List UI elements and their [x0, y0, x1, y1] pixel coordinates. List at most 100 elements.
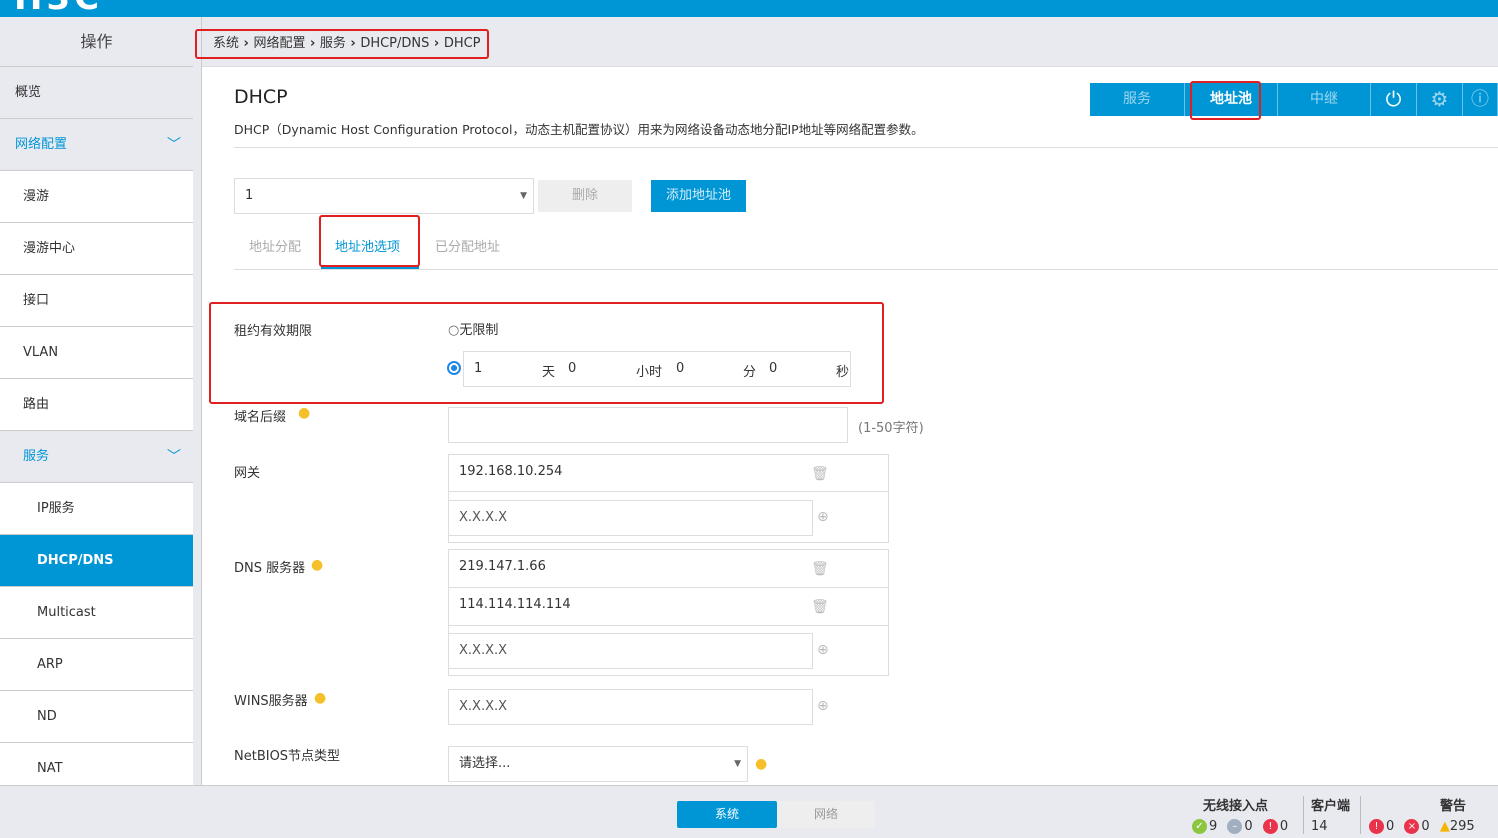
sidebar-item-ip-services[interactable]: IP服务: [0, 483, 193, 535]
caret-down-icon: ▼: [520, 191, 527, 201]
sidebar-item-roaming-center[interactable]: 漫游中心: [0, 223, 193, 275]
alarm-critical: 0: [1386, 819, 1395, 834]
add-circle-icon[interactable]: ⊕: [817, 642, 829, 658]
gateway-label: 网关: [234, 466, 261, 481]
page-title: DHCP: [234, 86, 288, 108]
pool-select-value: 1: [245, 188, 254, 203]
check-icon: ✓: [1192, 819, 1207, 834]
label: 漫游: [23, 189, 50, 204]
label: 接口: [23, 293, 50, 308]
power-icon[interactable]: ⏻: [1371, 83, 1417, 116]
add-circle-icon[interactable]: ⊕: [817, 698, 829, 714]
divider: [1360, 796, 1361, 834]
sidebar-item-vlan[interactable]: VLAN: [0, 327, 193, 379]
hint-bulb-icon[interactable]: ●: [755, 756, 767, 772]
ap-stats[interactable]: ✓ 9 –0 ! 0: [1192, 819, 1288, 834]
crumb-dhcp-dns[interactable]: DHCP/DNS: [360, 36, 429, 51]
sidebar-splitter[interactable]: [193, 17, 202, 785]
sidebar-item-routing[interactable]: 路由: [0, 379, 193, 431]
pool-select[interactable]: 1 ▼: [234, 178, 534, 214]
status-bar: 系统 网络 无线接入点 ✓ 9 –0 ! 0 客户端 14 警告 ! 0 × 0 ▲29…: [0, 785, 1498, 838]
tab-allocated-addresses[interactable]: 已分配地址: [435, 236, 500, 255]
sidebar-item-nd[interactable]: ND: [0, 691, 193, 743]
placeholder: X.X.X.X: [459, 643, 508, 658]
netbios-value: 请选择...: [459, 756, 511, 771]
placeholder: X.X.X.X: [459, 699, 508, 714]
trash-icon[interactable]: 🗑: [811, 466, 829, 482]
tab-address-allocation[interactable]: 地址分配: [249, 236, 301, 255]
placeholder: X.X.X.X: [459, 510, 508, 525]
ap-label: 无线接入点: [1203, 799, 1269, 814]
label: Multicast: [37, 605, 96, 620]
label: 网络配置: [15, 137, 68, 152]
tab-relay[interactable]: 中继: [1278, 83, 1371, 116]
label: ARP: [37, 657, 63, 672]
highlight-box: [1190, 81, 1261, 120]
tab-network[interactable]: 网络: [777, 801, 875, 828]
sidebar-header: 操作: [0, 17, 193, 67]
netbios-select[interactable]: 请选择... ▼: [448, 746, 748, 782]
label: 服务: [23, 449, 50, 464]
domain-hint: (1-50字符): [858, 421, 924, 436]
label: 漫游中心: [23, 241, 76, 256]
sidebar: 操作 概览 网络配置 ﹀ 漫游 漫游中心 接口 VLAN 路由 服务 ﹀ IP服务 …: [0, 17, 193, 795]
ap-error: 0: [1279, 819, 1289, 834]
critical-icon: !: [1369, 819, 1384, 834]
domain-input[interactable]: [448, 407, 848, 443]
trash-icon[interactable]: 🗑: [811, 599, 829, 615]
top-bar: H3C: [0, 0, 1498, 17]
dns-new-input[interactable]: X.X.X.X: [448, 633, 813, 669]
tab-services[interactable]: 服务: [1090, 83, 1185, 116]
alarm-warning: 295: [1449, 819, 1475, 834]
label: 概览: [15, 85, 42, 100]
wins-label: WINS服务器: [234, 694, 308, 709]
hint-bulb-icon[interactable]: ●: [298, 405, 310, 421]
top-tabs: 服务 地址池 中继 ⏻ ⚙ ⓘ: [1090, 83, 1498, 116]
sidebar-item-dhcp-dns[interactable]: DHCP/DNS: [0, 535, 193, 587]
dns2-value: 114.114.114.114: [459, 597, 571, 612]
hint-bulb-icon[interactable]: ●: [314, 690, 326, 706]
add-circle-icon[interactable]: ⊕: [817, 509, 829, 525]
chevron-down-icon: ﹀: [167, 449, 181, 465]
wins-input[interactable]: X.X.X.X: [448, 689, 813, 725]
crumb-services[interactable]: 服务: [320, 36, 346, 51]
label: DHCP/DNS: [37, 553, 114, 568]
help-icon[interactable]: ⓘ: [1463, 83, 1498, 116]
page-description: DHCP（Dynamic Host Configuration Protocol…: [234, 122, 924, 137]
trash-icon[interactable]: 🗑: [811, 561, 829, 577]
sidebar-item-network-config[interactable]: 网络配置 ﹀: [0, 119, 193, 171]
sidebar-item-arp[interactable]: ARP: [0, 639, 193, 691]
sidebar-item-multicast[interactable]: Multicast: [0, 587, 193, 639]
gear-icon[interactable]: ⚙: [1417, 83, 1463, 116]
logo: H3C: [14, 0, 103, 17]
sidebar-item-roaming[interactable]: 漫游: [0, 171, 193, 223]
label: 路由: [23, 397, 50, 412]
delete-button[interactable]: 删除: [538, 180, 632, 212]
add-pool-button[interactable]: 添加地址池: [651, 180, 746, 212]
label: IP服务: [37, 501, 75, 516]
alarm-label: 警告: [1440, 799, 1467, 814]
tab-system[interactable]: 系统: [677, 801, 777, 828]
offline-icon: –: [1227, 819, 1243, 834]
sidebar-item-interface[interactable]: 接口: [0, 275, 193, 327]
error-icon: !: [1262, 819, 1278, 834]
alarm-stats[interactable]: ! 0 × 0 ▲295: [1369, 819, 1475, 834]
domain-label: 域名后缀: [234, 410, 287, 425]
crumb-dhcp: DHCP: [443, 36, 481, 51]
label: NAT: [37, 761, 63, 776]
warning-icon: ▲: [1439, 819, 1450, 834]
label: VLAN: [23, 345, 59, 360]
sidebar-item-services[interactable]: 服务 ﹀: [0, 431, 193, 483]
breadcrumb: 系统 › 网络配置 › 服务 › DHCP/DNS › DHCP: [195, 29, 489, 59]
divider: [234, 147, 1498, 148]
gateway-new-input[interactable]: X.X.X.X: [448, 500, 813, 536]
hint-bulb-icon[interactable]: ●: [311, 557, 323, 573]
crumb-system[interactable]: 系统: [213, 36, 239, 51]
gateway-value: 192.168.10.254: [459, 464, 563, 479]
crumb-network[interactable]: 网络配置: [253, 36, 305, 51]
ap-offline: 0: [1244, 819, 1253, 834]
client-count[interactable]: 14: [1311, 819, 1328, 834]
divider: [234, 269, 1498, 270]
sidebar-item-overview[interactable]: 概览: [0, 67, 193, 119]
highlight-box: [319, 215, 420, 267]
